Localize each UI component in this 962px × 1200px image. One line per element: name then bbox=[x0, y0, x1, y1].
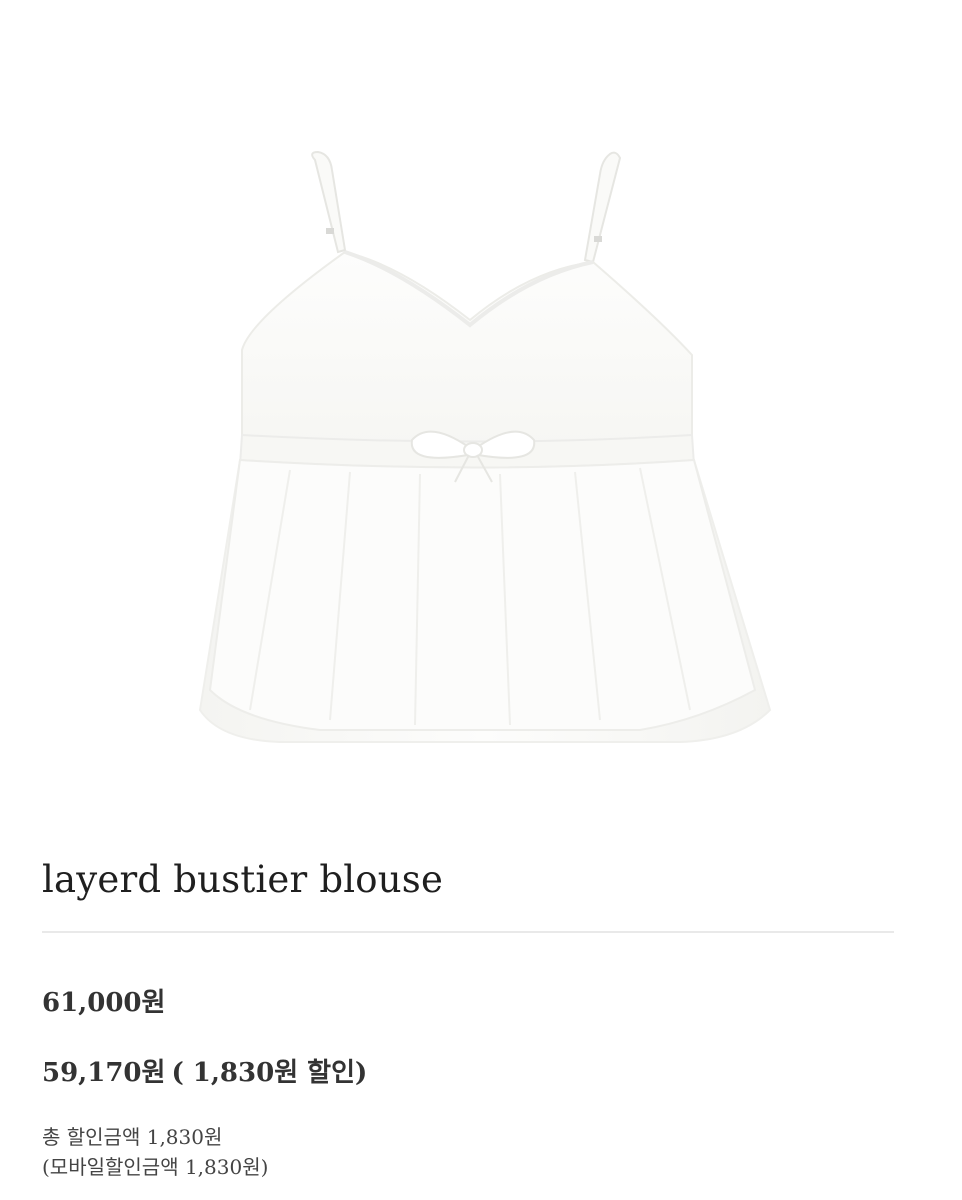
discount-note: ( 1,830원 할인) bbox=[171, 1058, 368, 1088]
price-original: 61,000원 bbox=[42, 988, 166, 1018]
skirt-front bbox=[208, 458, 757, 731]
discount-total: 총 할인금액 1,830원 bbox=[42, 1125, 223, 1149]
right-strap bbox=[583, 151, 622, 264]
blouse-illustration bbox=[198, 150, 772, 743]
left-strap-slider bbox=[326, 228, 334, 234]
product-image[interactable] bbox=[0, 0, 962, 820]
title-divider bbox=[42, 931, 894, 933]
price-sale: 59,170원 bbox=[42, 1058, 166, 1088]
price-sale-row: 59,170원( 1,830원 할인) bbox=[42, 1052, 367, 1089]
discount-mobile: (모바일할인금액 1,830원) bbox=[42, 1155, 269, 1179]
bodice bbox=[241, 250, 693, 456]
left-strap bbox=[311, 150, 347, 254]
product-title: layerd bustier blouse bbox=[42, 858, 444, 901]
right-strap-slider bbox=[594, 236, 602, 242]
